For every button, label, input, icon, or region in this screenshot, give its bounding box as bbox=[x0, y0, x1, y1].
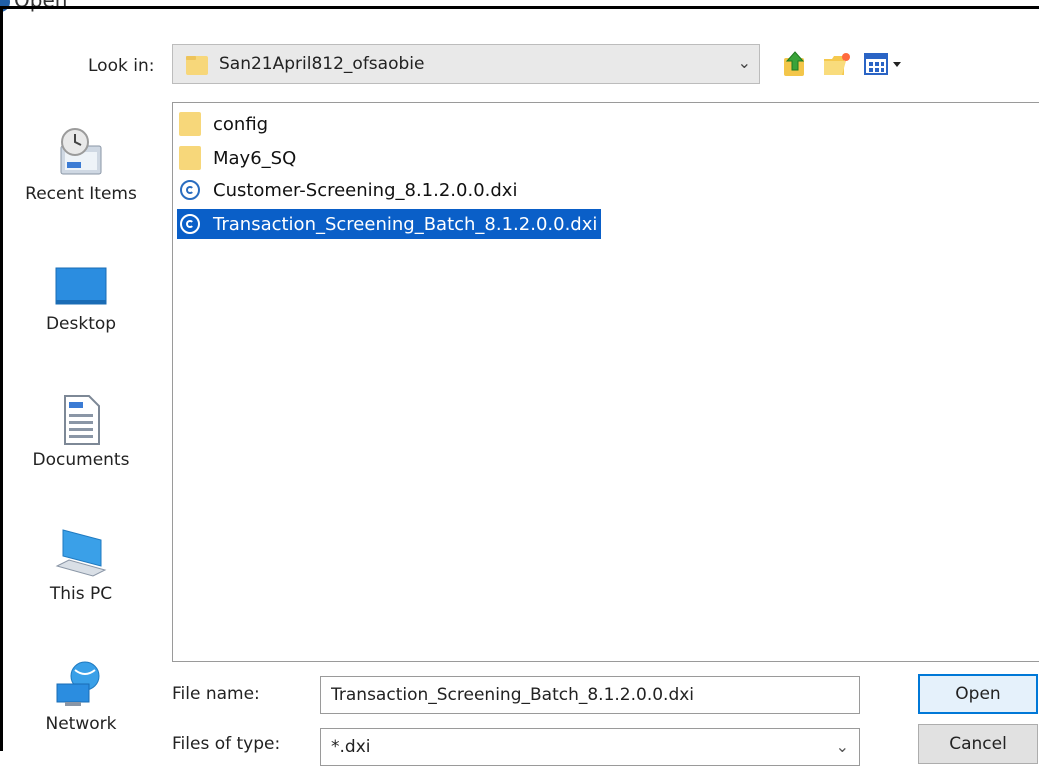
window-border-top bbox=[0, 6, 1039, 9]
place-documents[interactable]: Documents bbox=[6, 394, 156, 470]
recent-items-icon bbox=[60, 128, 102, 175]
chevron-down-icon[interactable]: ⌄ bbox=[836, 737, 849, 756]
file-name: config bbox=[213, 113, 269, 135]
network-icon bbox=[56, 661, 100, 706]
file-item-may6-sq[interactable]: May6_SQ bbox=[177, 143, 296, 173]
desktop-icon bbox=[55, 267, 107, 305]
dxi-file-icon bbox=[180, 214, 200, 234]
view-menu-button[interactable] bbox=[862, 48, 904, 80]
file-name-input[interactable] bbox=[320, 676, 860, 714]
folder-icon bbox=[179, 146, 201, 170]
place-label: Network bbox=[45, 714, 117, 734]
documents-icon bbox=[64, 395, 100, 445]
place-label: This PC bbox=[49, 584, 113, 604]
place-recent-items[interactable]: Recent Items bbox=[6, 124, 156, 204]
folder-icon bbox=[185, 53, 209, 81]
file-name: May6_SQ bbox=[213, 147, 297, 169]
look-in-value: San21April812_ofsaobie bbox=[219, 54, 425, 74]
files-of-type-combobox[interactable]: *.dxi ⌄ bbox=[320, 728, 860, 766]
new-folder-button[interactable] bbox=[820, 48, 854, 80]
file-item-customer-screening[interactable]: Customer-Screening_8.1.2.0.0.dxi bbox=[177, 175, 517, 205]
file-list[interactable]: config May6_SQ Customer-Screening_8.1.2.… bbox=[172, 102, 1039, 662]
up-folder-icon bbox=[784, 51, 805, 76]
chevron-down-icon[interactable]: ⌄ bbox=[738, 53, 751, 72]
folder-icon bbox=[179, 112, 201, 136]
place-this-pc[interactable]: This PC bbox=[6, 526, 156, 604]
place-label: Documents bbox=[32, 450, 130, 470]
view-menu-icon bbox=[864, 53, 901, 75]
this-pc-icon bbox=[55, 529, 107, 577]
up-folder-button[interactable] bbox=[780, 48, 810, 80]
place-label: Desktop bbox=[45, 314, 117, 334]
files-of-type-value: *.dxi bbox=[331, 737, 371, 757]
new-folder-icon bbox=[824, 53, 850, 75]
file-item-config[interactable]: config bbox=[177, 109, 268, 139]
window-border-left bbox=[0, 6, 3, 751]
place-network[interactable]: Network bbox=[6, 656, 156, 734]
file-name: Transaction_Screening_Batch_8.1.2.0.0.dx… bbox=[213, 213, 598, 235]
open-button[interactable]: Open bbox=[918, 674, 1038, 714]
look-in-combobox[interactable]: San21April812_ofsaobie ⌄ bbox=[172, 44, 760, 84]
file-item-transaction-screening-batch[interactable]: Transaction_Screening_Batch_8.1.2.0.0.dx… bbox=[177, 209, 602, 239]
cancel-button[interactable]: Cancel bbox=[918, 724, 1038, 764]
place-label: Recent Items bbox=[25, 184, 137, 204]
file-name: Customer-Screening_8.1.2.0.0.dxi bbox=[213, 179, 518, 201]
look-in-label: Look in: bbox=[88, 56, 155, 76]
place-desktop[interactable]: Desktop bbox=[6, 264, 156, 334]
dxi-file-icon bbox=[180, 180, 200, 200]
files-of-type-label: Files of type: bbox=[172, 734, 281, 754]
file-name-label: File name: bbox=[172, 684, 260, 704]
